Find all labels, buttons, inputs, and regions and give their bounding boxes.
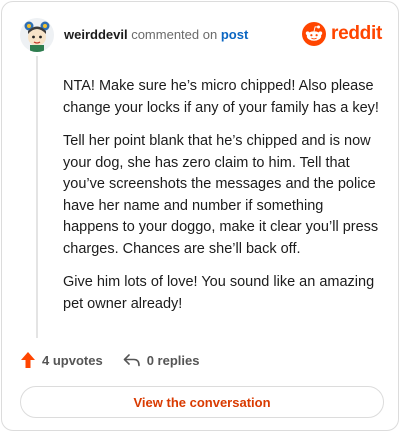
upvote-button[interactable]: 4 upvotes <box>20 351 103 369</box>
embedded-comment-card: weirddevil commented on post reddit NTA!… <box>1 1 399 431</box>
post-link[interactable]: post <box>221 27 248 42</box>
comment-paragraph: Tell her point blank that he’s chipped a… <box>63 133 379 257</box>
reddit-wordmark: reddit <box>331 23 382 44</box>
comment-header: weirddevil commented on post reddit <box>20 16 382 52</box>
comment-meta: weirddevil commented on post <box>64 27 248 43</box>
reddit-logo[interactable]: reddit <box>302 21 382 47</box>
replies-button[interactable]: 0 replies <box>123 352 200 368</box>
comment-body: NTA! Make sure he’s micro chipped! Also … <box>63 76 381 327</box>
upvote-count: 4 upvotes <box>42 352 103 368</box>
upvote-arrow-icon <box>21 352 35 368</box>
thread-line <box>36 56 38 338</box>
commented-on-text: commented on <box>131 27 218 42</box>
comment-actions: 4 upvotes 0 replies <box>20 350 199 370</box>
comment-paragraph: Give him lots of love! You sound like an… <box>63 274 375 312</box>
reply-arrow-icon <box>123 354 140 367</box>
username-link[interactable]: weirddevil <box>64 27 128 42</box>
view-conversation-button[interactable]: View the conversation <box>20 386 384 418</box>
reddit-snoo-icon <box>302 22 327 46</box>
reply-count: 0 replies <box>146 352 200 368</box>
user-avatar[interactable] <box>20 18 54 52</box>
comment-paragraph: NTA! Make sure he’s micro chipped! Also … <box>63 78 379 116</box>
